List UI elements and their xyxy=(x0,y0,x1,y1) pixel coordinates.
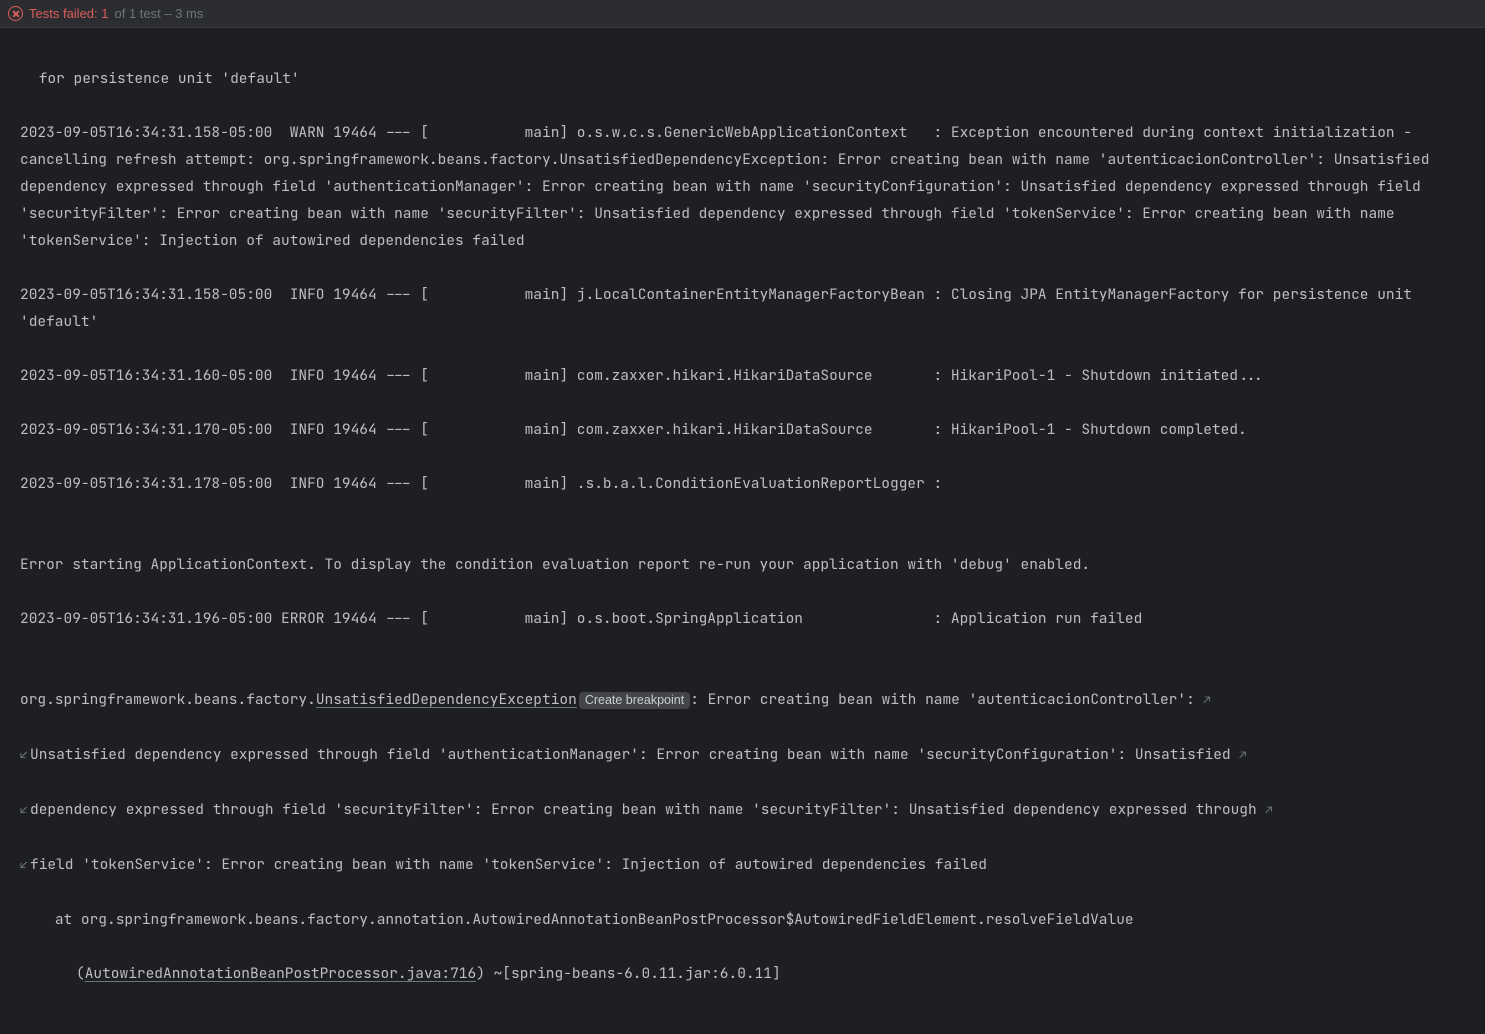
source-file-link[interactable]: AutowiredAnnotationBeanPostProcessor.jav… xyxy=(85,964,477,983)
exception-wrap-line: ↙Unsatisfied dependency expressed throug… xyxy=(20,741,1465,769)
jar-info: ) ~[spring-beans-6.0.11.jar:6.0.11] xyxy=(476,964,781,983)
exception-message: Unsatisfied dependency expressed through… xyxy=(30,745,1239,764)
exception-message: field 'tokenService': Error creating bea… xyxy=(30,855,987,874)
log-line: 2023-09-05T16:34:31.170-05:00 INFO 19464… xyxy=(20,416,1465,443)
log-line: 2023-09-05T16:34:31.160-05:00 INFO 19464… xyxy=(20,362,1465,389)
test-status-bar: Tests failed: 1 of 1 test – 3 ms xyxy=(0,0,1485,28)
log-line: 2023-09-05T16:34:31.196-05:00 ERROR 1946… xyxy=(20,605,1465,632)
wrap-indicator-icon: ↗ xyxy=(1265,797,1275,824)
console-output[interactable]: for persistence unit 'default' 2023-09-0… xyxy=(0,28,1485,1034)
log-line: 2023-09-05T16:34:31.158-05:00 INFO 19464… xyxy=(20,281,1465,335)
log-line: Error starting ApplicationContext. To di… xyxy=(20,551,1465,578)
wrap-indicator-icon: ↙ xyxy=(20,742,30,769)
wrap-indicator-icon: ↙ xyxy=(20,852,30,879)
stack-at-line: (AutowiredAnnotationBeanPostProcessor.ja… xyxy=(20,960,1465,987)
tests-summary: of 1 test – 3 ms xyxy=(115,0,204,27)
wrap-indicator-icon: ↗ xyxy=(1239,742,1249,769)
paren-open: ( xyxy=(76,964,85,983)
fail-icon xyxy=(8,6,23,21)
log-line: for persistence unit 'default' xyxy=(20,65,1465,92)
stack-at-line: at org.springframework.beans.factory.ann… xyxy=(20,906,1465,933)
log-line: 2023-09-05T16:34:31.178-05:00 INFO 19464… xyxy=(20,470,1465,497)
exception-line: org.springframework.beans.factory.Unsati… xyxy=(20,686,1465,714)
tests-failed-count: Tests failed: 1 xyxy=(29,0,109,27)
exception-message: dependency expressed through field 'secu… xyxy=(30,800,1265,819)
create-breakpoint-button[interactable]: Create breakpoint xyxy=(579,692,690,709)
exception-class-link[interactable]: UnsatisfiedDependencyException xyxy=(316,690,577,709)
exception-package: org.springframework.beans.factory. xyxy=(20,690,316,709)
exception-wrap-line: ↙dependency expressed through field 'sec… xyxy=(20,796,1465,824)
log-line: 2023-09-05T16:34:31.158-05:00 WARN 19464… xyxy=(20,119,1465,254)
exception-message: : Error creating bean with name 'autenti… xyxy=(690,690,1203,709)
wrap-indicator-icon: ↙ xyxy=(20,797,30,824)
wrap-indicator-icon: ↗ xyxy=(1203,687,1213,714)
exception-wrap-line: ↙field 'tokenService': Error creating be… xyxy=(20,851,1465,879)
